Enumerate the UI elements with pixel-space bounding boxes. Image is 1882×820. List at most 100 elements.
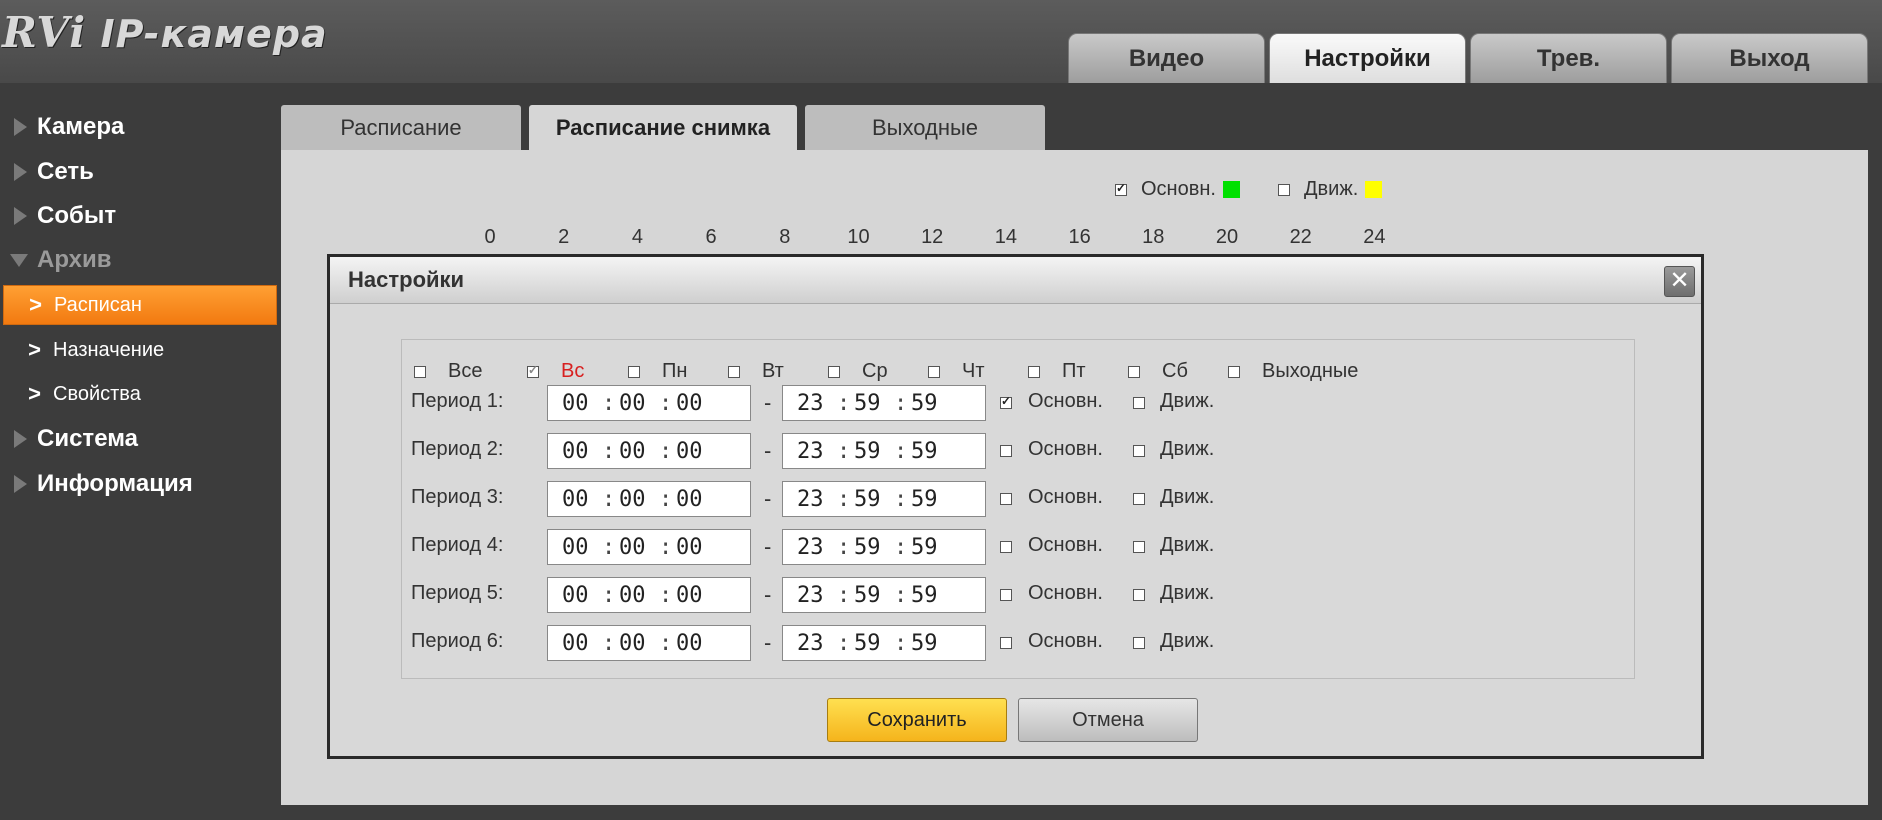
motion-checkbox[interactable] (1133, 445, 1145, 457)
start-time-field[interactable]: 00 (619, 487, 646, 512)
day-option[interactable]: Пт (1028, 360, 1086, 383)
start-time-field[interactable]: 00 (619, 631, 646, 656)
start-time-input[interactable]: 00 00 00:: (547, 481, 751, 517)
end-time-field[interactable]: 59 (911, 535, 938, 560)
start-time-input[interactable]: 00 00 00:: (547, 433, 751, 469)
tab-snapshot-schedule[interactable]: Расписание снимка (529, 105, 797, 151)
day-option[interactable]: Сб (1128, 360, 1188, 383)
main-checkbox[interactable] (1000, 541, 1012, 553)
day-checkbox[interactable] (928, 365, 940, 378)
start-time-field[interactable]: 00 (619, 535, 646, 560)
sidebar-item-network[interactable]: Сеть (0, 150, 94, 194)
sidebar-subitem-destination[interactable]: > Назначение (3, 330, 277, 370)
end-time-field[interactable]: 59 (854, 535, 881, 560)
day-option[interactable]: Пн (628, 360, 687, 383)
scale-label: 10 (847, 226, 870, 248)
day-checkbox[interactable] (1128, 365, 1140, 378)
start-time-field[interactable]: 00 (619, 583, 646, 608)
start-time-field[interactable]: 00 (562, 439, 589, 464)
day-checkbox[interactable] (527, 363, 539, 378)
tab-schedule[interactable]: Расписание (281, 105, 521, 150)
start-time-field[interactable]: 00 (676, 583, 703, 608)
end-time-field[interactable]: 23 (797, 535, 824, 560)
day-option[interactable]: Чт (928, 360, 985, 383)
day-checkbox[interactable] (728, 365, 740, 378)
day-option[interactable]: Все (414, 360, 482, 383)
sidebar-subitem-properties[interactable]: > Свойства (3, 374, 277, 414)
day-option[interactable]: Выходные (1228, 360, 1358, 383)
save-button[interactable]: Сохранить (827, 698, 1007, 742)
main-checkbox[interactable] (1000, 493, 1012, 505)
end-time-field[interactable]: 59 (854, 487, 881, 512)
sidebar-item-info[interactable]: Информация (0, 462, 193, 506)
sidebar-item-archive[interactable]: Архив (0, 238, 112, 282)
sidebar-item-camera[interactable]: Камера (0, 105, 124, 149)
start-time-input[interactable]: 00 00 00:: (547, 385, 751, 421)
end-time-input[interactable]: 23 59 59:: (782, 625, 986, 661)
day-option[interactable]: Ср (828, 360, 888, 383)
tab-holidays[interactable]: Выходные (805, 105, 1045, 150)
sidebar-item-events[interactable]: Событ (0, 194, 116, 238)
motion-checkbox[interactable] (1133, 589, 1145, 601)
day-checkbox[interactable] (414, 365, 426, 378)
end-time-field[interactable]: 23 (797, 631, 824, 656)
end-time-input[interactable]: 23 59 59:: (782, 433, 986, 469)
end-time-field[interactable]: 59 (911, 487, 938, 512)
end-time-field[interactable]: 23 (797, 439, 824, 464)
end-time-field[interactable]: 59 (911, 583, 938, 608)
tab-logout[interactable]: Выход (1671, 33, 1868, 83)
start-time-field[interactable]: 00 (676, 439, 703, 464)
start-time-field[interactable]: 00 (676, 631, 703, 656)
end-time-field[interactable]: 59 (911, 631, 938, 656)
main-checkbox[interactable] (1000, 589, 1012, 601)
end-time-field[interactable]: 59 (911, 439, 938, 464)
end-time-field[interactable]: 59 (911, 391, 938, 416)
day-checkbox[interactable] (1228, 365, 1240, 378)
cancel-button[interactable]: Отмена (1018, 698, 1198, 742)
start-time-input[interactable]: 00 00 00:: (547, 625, 751, 661)
start-time-field[interactable]: 00 (619, 439, 646, 464)
start-time-field[interactable]: 00 (562, 487, 589, 512)
motion-checkbox[interactable] (1133, 397, 1145, 409)
legend-motion-checkbox[interactable] (1278, 183, 1290, 196)
end-time-field[interactable]: 23 (797, 583, 824, 608)
end-time-input[interactable]: 23 59 59:: (782, 577, 986, 613)
motion-checkbox[interactable] (1133, 493, 1145, 505)
main-checkbox[interactable] (1000, 394, 1012, 409)
close-button[interactable]: ✕ (1664, 266, 1695, 297)
day-checkbox[interactable] (1028, 365, 1040, 378)
motion-checkbox[interactable] (1133, 541, 1145, 553)
sidebar-item-system[interactable]: Система (0, 417, 138, 461)
end-time-input[interactable]: 23 59 59:: (782, 529, 986, 565)
end-time-field[interactable]: 59 (854, 439, 881, 464)
start-time-field[interactable]: 00 (676, 391, 703, 416)
start-time-field[interactable]: 00 (676, 487, 703, 512)
legend-main-checkbox[interactable] (1115, 181, 1127, 196)
tab-settings[interactable]: Настройки (1269, 33, 1466, 83)
tab-alarm[interactable]: Трев. (1470, 33, 1667, 83)
end-time-input[interactable]: 23 59 59:: (782, 481, 986, 517)
day-checkbox[interactable] (628, 365, 640, 378)
end-time-field[interactable]: 59 (854, 391, 881, 416)
main-checkbox[interactable] (1000, 637, 1012, 649)
end-time-field[interactable]: 23 (797, 487, 824, 512)
end-time-field[interactable]: 59 (854, 583, 881, 608)
main-checkbox[interactable] (1000, 445, 1012, 457)
start-time-field[interactable]: 00 (619, 391, 646, 416)
start-time-input[interactable]: 00 00 00:: (547, 529, 751, 565)
day-checkbox[interactable] (828, 365, 840, 378)
start-time-field[interactable]: 00 (562, 391, 589, 416)
motion-checkbox[interactable] (1133, 637, 1145, 649)
start-time-field[interactable]: 00 (562, 535, 589, 560)
start-time-field[interactable]: 00 (676, 535, 703, 560)
day-option[interactable]: Вс (527, 360, 584, 383)
tab-video[interactable]: Видео (1068, 33, 1265, 83)
start-time-input[interactable]: 00 00 00:: (547, 577, 751, 613)
start-time-field[interactable]: 00 (562, 583, 589, 608)
sidebar-subitem-schedule[interactable]: > Расписан (3, 285, 277, 325)
start-time-field[interactable]: 00 (562, 631, 589, 656)
end-time-input[interactable]: 23 59 59:: (782, 385, 986, 421)
end-time-field[interactable]: 23 (797, 391, 824, 416)
day-option[interactable]: Вт (728, 360, 784, 383)
end-time-field[interactable]: 59 (854, 631, 881, 656)
